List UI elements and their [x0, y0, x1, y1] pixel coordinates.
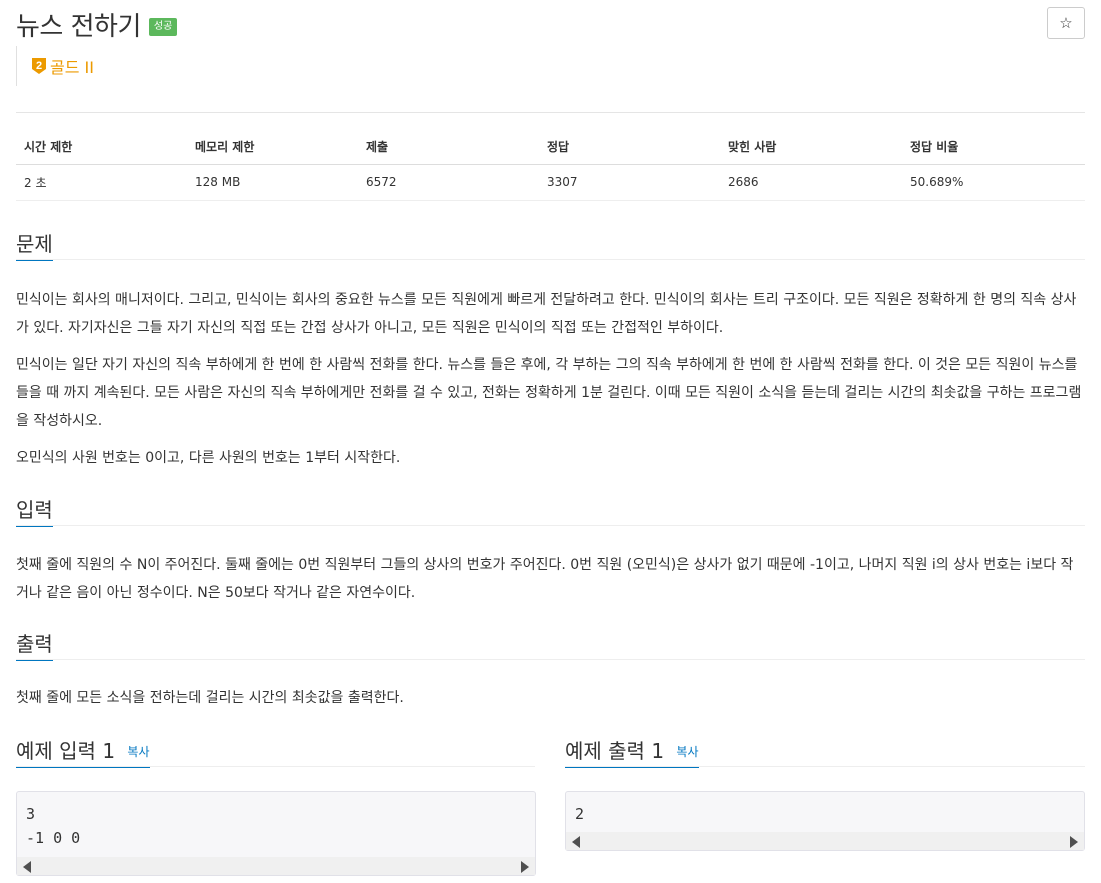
header-memory-limit: 메모리 제한 [187, 130, 358, 165]
title-row: 뉴스 전하기 성공 [16, 6, 178, 42]
cell-memory-limit: 128 MB [187, 164, 358, 201]
divider [16, 112, 1085, 113]
sample-input-title: 예제 입력 1 [16, 739, 116, 763]
cell-submissions[interactable]: 6572 [358, 164, 539, 201]
tier-indicator: 2 골드 II [16, 46, 94, 86]
sample-input-content: 3 -1 0 0 [26, 805, 81, 847]
status-badge: 성공 [148, 18, 178, 36]
header-ratio: 정답 비율 [902, 130, 1085, 165]
cell-ratio: 50.689% [902, 164, 1085, 201]
favorite-star-button[interactable]: ☆ [1047, 7, 1085, 39]
gold-tier-icon: 2 [31, 57, 47, 75]
scroll-right-icon[interactable] [521, 861, 529, 873]
section-problem-title: 문제 [16, 228, 53, 261]
section-input-title: 입력 [16, 494, 53, 527]
header-solvers: 맞힌 사람 [720, 130, 902, 165]
sample-output-tab: 예제 출력 1 복사 [565, 735, 699, 768]
output-paragraph: 첫째 줄에 모든 소식을 전하는데 걸리는 시간의 최솟값을 출력한다. [16, 690, 404, 706]
problem-paragraph-1: 민식이는 회사의 매니저이다. 그리고, 민식이는 회사의 중요한 뉴스를 모든… [16, 292, 1077, 336]
star-icon: ☆ [1059, 15, 1073, 32]
copy-sample-input-button[interactable]: 복사 [127, 745, 149, 759]
sample-input-header: 예제 입력 1 복사 [16, 735, 535, 768]
horizontal-scrollbar[interactable] [17, 857, 535, 875]
table-row: 2 초 128 MB 6572 3307 2686 50.689% [16, 164, 1085, 201]
sample-output-box[interactable]: 2 [565, 791, 1085, 851]
problem-info-table: 시간 제한 메모리 제한 제출 정답 맞힌 사람 정답 비율 2 초 128 M… [16, 130, 1085, 201]
horizontal-scrollbar[interactable] [566, 832, 1084, 850]
header-accepted: 정답 [539, 130, 720, 165]
sample-output-title: 예제 출력 1 [565, 739, 665, 763]
cell-time-limit: 2 초 [16, 164, 187, 201]
table-header-row: 시간 제한 메모리 제한 제출 정답 맞힌 사람 정답 비율 [16, 130, 1085, 165]
scroll-left-icon[interactable] [23, 861, 31, 873]
sample-input-box[interactable]: 3 -1 0 0 [16, 791, 536, 876]
problem-paragraph-3: 오민식의 사원 번호는 0이고, 다른 사원의 번호는 1부터 시작한다. [16, 450, 401, 466]
copy-sample-output-button[interactable]: 복사 [676, 745, 698, 759]
header-time-limit: 시간 제한 [16, 130, 187, 165]
tier-label[interactable]: 골드 II [50, 54, 94, 78]
scroll-right-icon[interactable] [1070, 836, 1078, 848]
page-title: 뉴스 전하기 [16, 11, 141, 42]
scroll-left-icon[interactable] [572, 836, 580, 848]
header-submissions: 제출 [358, 130, 539, 165]
cell-solvers[interactable]: 2686 [720, 164, 902, 201]
section-problem-header: 문제 [16, 228, 1085, 261]
input-paragraph: 첫째 줄에 직원의 수 N이 주어진다. 둘째 줄에는 0번 직원부터 그들의 … [16, 557, 1074, 601]
section-output-title: 출력 [16, 628, 53, 661]
section-input-header: 입력 [16, 494, 1085, 527]
section-output-header: 출력 [16, 628, 1085, 661]
tier-number: 2 [36, 60, 42, 72]
problem-paragraph-2: 민식이는 일단 자기 자신의 직속 부하에게 한 번에 한 사람씩 전화를 한다… [16, 357, 1082, 429]
cell-accepted[interactable]: 3307 [539, 164, 720, 201]
sample-input-tab: 예제 입력 1 복사 [16, 735, 150, 768]
sample-output-header: 예제 출력 1 복사 [565, 735, 1085, 768]
sample-output-content: 2 [575, 805, 585, 823]
